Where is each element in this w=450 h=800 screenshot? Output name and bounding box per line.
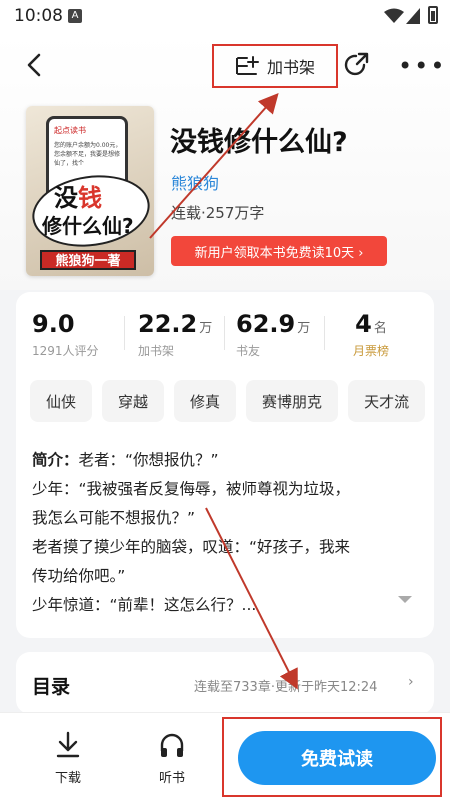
cover-title-line1: 没钱 [54,184,102,212]
share-icon[interactable] [342,51,370,79]
toc-update-info: 连载至733章·更新于昨天12:24 [194,680,378,695]
download-icon [56,731,80,758]
more-options-icon[interactable]: ••• [398,54,446,78]
tag-item[interactable]: 仙侠 [30,380,93,422]
status-time: 10:08 [14,6,63,26]
headphones-icon [160,733,184,757]
back-arrow-icon[interactable] [22,52,48,78]
synopsis-line: 老者摸了摸少年的脑袋，叹道：“好孩子，我来 [32,538,351,556]
tag-item[interactable]: 天才流 [348,380,426,422]
tag-item[interactable]: 修真 [174,380,237,422]
tag-list: 仙侠 穿越 修真 赛博朋克 天才流 [30,380,426,422]
synopsis-label: 简介： [32,451,79,469]
book-author-link[interactable]: 熊狼狗 [171,170,219,194]
tag-item[interactable]: 赛博朋克 [246,380,339,422]
add-to-shelf-label: 加书架 [266,58,315,77]
stat-monthly-ticket-rank[interactable]: 4名 月票榜 [342,310,400,359]
cover-logo: 起点读书 [54,126,86,135]
cover-title-line2: 修什么仙? [42,214,134,238]
stat-rating[interactable]: 9.0 1291人评分 [32,310,99,359]
free-read-promo-button[interactable]: 新用户领取本书免费读10天 › [171,236,387,266]
cover-author-band: 熊狼狗一著 [40,250,136,270]
synopsis-line: 传功给你吧。” [32,567,126,585]
download-label: 下载 [54,771,81,786]
stat-divider [224,316,225,350]
cover-phone-text: 您的账户余额为0.00元，您余额不足，我要是想修仙了，找个 [54,142,122,167]
stat-readers[interactable]: 62.9 万 书友 [236,310,310,359]
battery-icon [428,6,438,24]
stat-shelf-count[interactable]: 22.2 万 加书架 [138,310,212,359]
add-to-shelf-button[interactable]: 加书架 [212,44,338,88]
wifi-icon [384,8,404,23]
tag-item[interactable]: 穿越 [102,380,165,422]
signal-icon [406,8,420,24]
toc-label: 目录 [32,676,71,698]
book-title: 没钱修什么仙? [170,127,348,158]
synopsis-line: 少年惊道：“前辈！这怎么行？... [32,596,257,614]
listen-button[interactable]: 听书 [152,731,192,786]
synopsis-line: 我怎么可能不想报仇？” [32,509,196,527]
download-button[interactable]: 下载 [48,731,88,786]
bottom-action-bar: 下载 听书 免费试读 [0,712,450,800]
stat-divider [324,316,325,350]
stat-divider [124,316,125,350]
top-nav: 加书架 ••• [0,34,450,96]
free-trial-read-button[interactable]: 免费试读 [238,731,436,785]
status-bar: 10:08 A [0,0,450,34]
table-of-contents-row[interactable]: 目录 连载至733章·更新于昨天12:24 › [16,652,434,714]
expand-synopsis-icon[interactable] [398,596,412,603]
synopsis-line: 少年：“我被强者反复侮辱，被师尊视为垃圾， [32,480,351,498]
bookshelf-add-icon [235,56,259,75]
book-cover[interactable]: 起点读书 您的账户余额为0.00元，您余额不足，我要是想修仙了，找个 没钱 修什… [26,106,154,276]
synopsis-line: 老者：“你想报仇？” [78,451,219,469]
book-info-card: 9.0 1291人评分 22.2 万 加书架 62.9 万 书友 4名 月票榜 仙侠… [16,292,434,638]
listen-label: 听书 [158,771,185,786]
notification-a-icon: A [68,9,82,23]
book-synopsis[interactable]: 简介：老者：“你想报仇？” 少年：“我被强者反复侮辱，被师尊视为垃圾， 我怎么可… [32,446,420,620]
book-meta: 连载·257万字 [171,204,265,222]
chevron-right-icon: › [408,674,414,690]
